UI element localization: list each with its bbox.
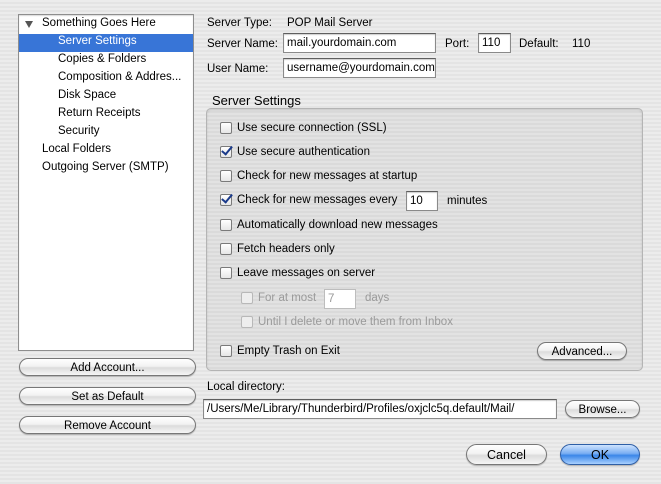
default-port-value: 110 bbox=[572, 38, 591, 50]
server-type-label: Server Type: bbox=[207, 17, 272, 29]
tree-item-label: Copies & Folders bbox=[58, 53, 147, 65]
tree-item-server-settings[interactable]: Server Settings bbox=[19, 34, 193, 52]
local-directory-input[interactable]: /Users/Me/Library/Thunderbird/Profiles/o… bbox=[203, 399, 557, 419]
secure-auth-label[interactable]: Use secure authentication bbox=[237, 145, 370, 159]
tree-item-account[interactable]: Something Goes Here bbox=[19, 16, 193, 34]
port-input[interactable]: 110 bbox=[478, 33, 511, 53]
remove-account-button[interactable]: Remove Account bbox=[19, 416, 196, 434]
ssl-label[interactable]: Use secure connection (SSL) bbox=[237, 121, 387, 135]
set-default-button[interactable]: Set as Default bbox=[19, 387, 196, 405]
check-startup-checkbox[interactable] bbox=[220, 170, 232, 182]
tree-item-label: Security bbox=[58, 125, 100, 137]
account-tree[interactable]: Something Goes Here Server Settings Copi… bbox=[18, 14, 194, 351]
until-delete-label: Until I delete or move them from Inbox bbox=[258, 316, 453, 328]
server-settings-heading: Server Settings bbox=[212, 93, 301, 108]
tree-item-local-folders[interactable]: Local Folders bbox=[19, 142, 193, 160]
user-name-label: User Name: bbox=[207, 63, 269, 75]
tree-item-composition[interactable]: Composition & Addres... bbox=[19, 70, 193, 88]
auto-download-checkbox[interactable] bbox=[220, 219, 232, 231]
ok-button[interactable]: OK bbox=[560, 444, 640, 465]
server-name-input[interactable]: mail.yourdomain.com bbox=[283, 33, 436, 53]
for-at-most-label: For at most bbox=[258, 292, 317, 304]
secure-auth-checkbox[interactable] bbox=[220, 146, 232, 158]
user-name-input[interactable]: username@yourdomain.com bbox=[283, 58, 436, 78]
check-startup-label[interactable]: Check for new messages at startup bbox=[237, 169, 417, 183]
default-port-label: Default: bbox=[519, 38, 559, 50]
tree-item-security[interactable]: Security bbox=[19, 124, 193, 142]
auto-download-label[interactable]: Automatically download new messages bbox=[237, 218, 438, 232]
check-every-checkbox[interactable] bbox=[220, 194, 232, 206]
tree-item-label: Something Goes Here bbox=[42, 17, 156, 29]
tree-item-outgoing-server[interactable]: Outgoing Server (SMTP) bbox=[19, 160, 193, 178]
advanced-button[interactable]: Advanced... bbox=[537, 342, 627, 360]
until-delete-checkbox[interactable] bbox=[241, 316, 253, 328]
server-type-value: POP Mail Server bbox=[287, 17, 373, 29]
browse-button[interactable]: Browse... bbox=[565, 400, 640, 418]
tree-item-label: Composition & Addres... bbox=[58, 71, 182, 83]
ssl-checkbox[interactable] bbox=[220, 122, 232, 134]
empty-trash-checkbox[interactable] bbox=[220, 345, 232, 357]
tree-item-label: Local Folders bbox=[42, 143, 112, 155]
days-label: days bbox=[365, 292, 390, 304]
disclosure-triangle-icon[interactable] bbox=[25, 21, 33, 28]
port-label: Port: bbox=[445, 38, 470, 50]
tree-item-label: Return Receipts bbox=[58, 107, 141, 119]
cancel-button[interactable]: Cancel bbox=[466, 444, 547, 465]
check-every-label[interactable]: Check for new messages every bbox=[237, 193, 397, 207]
tree-item-label: Outgoing Server (SMTP) bbox=[42, 161, 169, 173]
days-input[interactable]: 7 bbox=[324, 289, 356, 309]
tree-item-disk-space[interactable]: Disk Space bbox=[19, 88, 193, 106]
fetch-headers-checkbox[interactable] bbox=[220, 243, 232, 255]
tree-item-label: Server Settings bbox=[58, 35, 137, 47]
tree-item-label: Disk Space bbox=[58, 89, 117, 101]
leave-on-server-checkbox[interactable] bbox=[220, 267, 232, 279]
leave-on-server-label[interactable]: Leave messages on server bbox=[237, 266, 375, 280]
tree-item-copies-folders[interactable]: Copies & Folders bbox=[19, 52, 193, 70]
tree-item-return-receipts[interactable]: Return Receipts bbox=[19, 106, 193, 124]
for-at-most-checkbox[interactable] bbox=[241, 292, 253, 304]
local-directory-label: Local directory: bbox=[207, 381, 285, 393]
minutes-label: minutes bbox=[447, 195, 488, 207]
check-interval-input[interactable]: 10 bbox=[406, 191, 438, 211]
fetch-headers-label[interactable]: Fetch headers only bbox=[237, 242, 335, 256]
empty-trash-label[interactable]: Empty Trash on Exit bbox=[237, 344, 340, 358]
server-name-label: Server Name: bbox=[207, 38, 278, 50]
add-account-button[interactable]: Add Account... bbox=[19, 358, 196, 376]
